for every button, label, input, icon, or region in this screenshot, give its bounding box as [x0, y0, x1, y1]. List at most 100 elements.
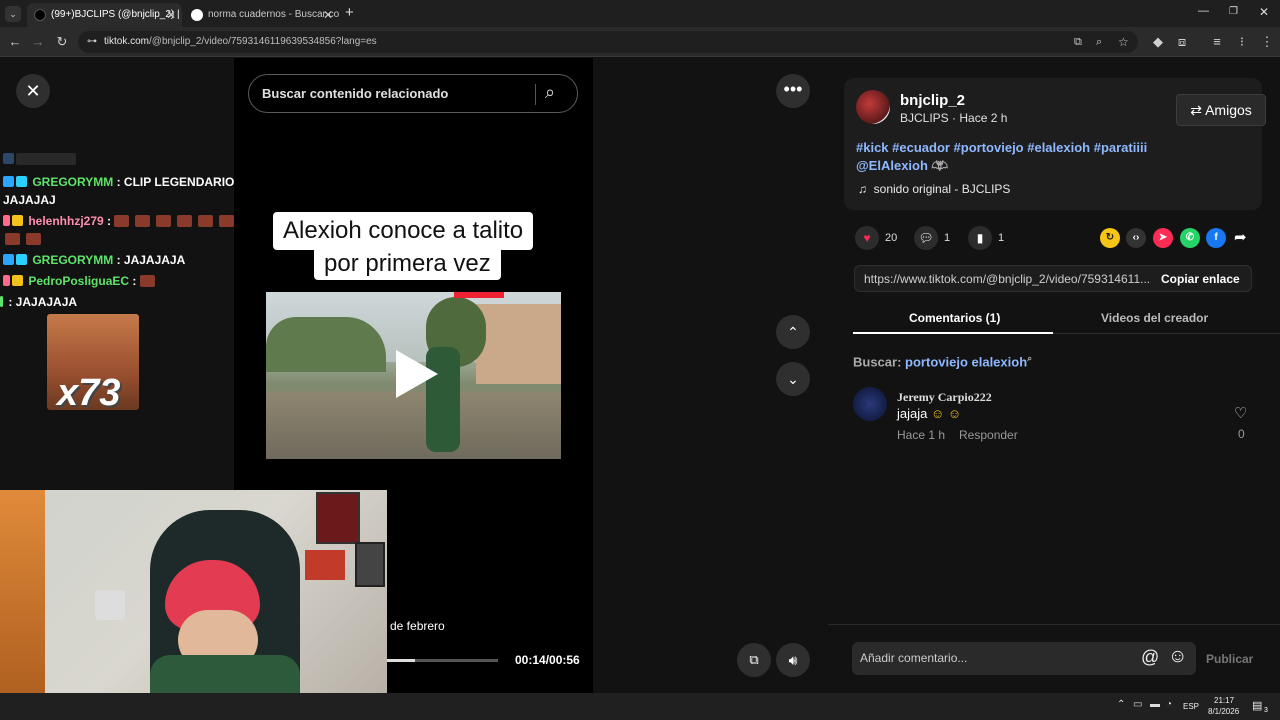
chat-message: : — [132, 274, 137, 288]
chat-username: helenhhzj279 — [28, 214, 104, 228]
next-video-icon[interactable]: ⌄ — [776, 362, 810, 396]
mention[interactable]: @ElAlexioh 🦇︎ — [856, 158, 948, 174]
close-tab-icon[interactable]: ✕ — [166, 3, 176, 27]
network-icon[interactable]: ▭ — [1133, 699, 1142, 710]
chat-username: PedroPosliguaEC — [28, 274, 130, 288]
search-suggestion[interactable]: Buscar: portoviejo elalexioh⌕ — [853, 353, 1032, 369]
chat-username: GREGORYMM — [32, 253, 114, 267]
laughing-emoji-icon: ☺ — [930, 406, 945, 421]
close-tab-icon[interactable]: ✕ — [323, 3, 333, 27]
minimize-button[interactable]: — — [1198, 5, 1209, 17]
language-indicator[interactable]: ESP — [1183, 702, 1199, 711]
sound-name: sonido original - BJCLIPS — [873, 182, 1011, 196]
extensions-puzzle-icon[interactable]: ⧈ — [1172, 32, 1192, 52]
install-app-icon[interactable]: ⧉ — [1074, 31, 1082, 53]
tiktok-page: ✕ Buscar contenido relacionado ⌕ ••• GRE… — [0, 58, 1280, 693]
share-more-icon[interactable]: ➦ — [1234, 228, 1247, 246]
comment-button[interactable]: 💬︎ — [914, 226, 938, 250]
chat-message: : CLIP LEGENDARIO — [116, 175, 235, 189]
restore-button[interactable]: ❐ — [1229, 6, 1238, 17]
reload-icon[interactable]: ↻ — [52, 32, 72, 52]
comment-input[interactable]: Añadir comentario... @ ☺ — [852, 642, 1196, 675]
clock-time[interactable]: 21:17 — [1214, 696, 1234, 705]
emote-count: x73 — [57, 372, 121, 414]
play-icon[interactable] — [396, 350, 438, 398]
send-to-friends-icon[interactable]: ➤ — [1153, 228, 1173, 248]
emoji-picker-icon[interactable]: ☺ — [1168, 646, 1187, 668]
address-bar[interactable]: ⊶ tiktok.com/@bnjclip_2/video/7593146119… — [78, 31, 1138, 53]
comment-input-placeholder: Añadir comentario... — [860, 651, 968, 665]
tab-comments[interactable]: Comentarios (1) — [909, 311, 1000, 325]
volume-icon[interactable]: 🔊︎ — [776, 643, 810, 677]
tab-bing-search[interactable]: norma cuadernos - Buscar con ✕ — [184, 3, 339, 27]
save-button[interactable]: ▮ — [968, 226, 992, 250]
friends-button[interactable]: ⇄ Amigos — [1176, 94, 1266, 126]
tab-creator-videos[interactable]: Videos del creador — [1101, 311, 1208, 325]
friends-label: Amigos — [1205, 102, 1252, 118]
copy-link-button[interactable]: Copiar enlace — [1161, 272, 1240, 286]
media-controls-icon[interactable]: ≡ — [1207, 32, 1227, 52]
verified-badge-icon — [3, 176, 14, 187]
whatsapp-icon[interactable]: ✆ — [1180, 228, 1200, 248]
tab-tiktok[interactable]: (99+)BJCLIPS (@bnjclip_2) | Tik ✕ — [27, 3, 182, 27]
like-button[interactable]: ♥ — [855, 226, 879, 250]
comment-like-icon[interactable]: ♡ — [1234, 404, 1247, 422]
chat-line: GREGORYMM : CLIP LEGENDARIO — [3, 175, 234, 189]
progress-bar-fill — [387, 659, 415, 662]
close-icon[interactable]: ✕ — [16, 74, 50, 108]
big-emote-image: x73 — [47, 314, 139, 414]
tab-search-menu-icon[interactable]: ⌄ — [5, 6, 21, 22]
sound-info[interactable]: ♫ sonido original - BJCLIPS — [858, 182, 1010, 196]
more-options-icon[interactable]: ••• — [776, 74, 810, 108]
facebook-icon[interactable]: f — [1206, 228, 1226, 248]
like-count: 20 — [885, 232, 898, 244]
commenter-avatar[interactable] — [853, 387, 887, 421]
profile-icon[interactable]: ⁝ — [1232, 32, 1252, 52]
video-caption-line2: por primera vez — [314, 247, 501, 280]
back-icon[interactable]: ← — [5, 32, 25, 52]
wifi-icon[interactable]: ◔ — [1166, 699, 1172, 710]
site-info-icon[interactable]: ⊶ — [87, 31, 97, 53]
chat-message: : JAJAJAJA — [116, 253, 186, 267]
music-note-icon: ♫ — [858, 182, 867, 196]
bookmark-star-icon[interactable]: ☆ — [1118, 31, 1129, 53]
avatar[interactable] — [856, 90, 890, 124]
new-tab-button[interactable]: + — [345, 4, 354, 21]
author-handle[interactable]: bnjclip_2 — [900, 92, 965, 109]
chat-line-cont: JAJAJAJ — [3, 193, 56, 207]
hashtags[interactable]: #kick #ecuador #portoviejo #elalexioh #p… — [856, 140, 1147, 155]
search-suggestion-query[interactable]: portoviejo elalexioh — [905, 354, 1027, 369]
windows-taskbar: ⌃ ▭ ▬ ◔ ESP 21:17 8/1/2026 ▤ 3 — [0, 693, 1280, 720]
chrome-menu-icon[interactable]: ⋮ — [1257, 32, 1277, 52]
progress-bar-track[interactable] — [387, 659, 498, 662]
previous-video-icon[interactable]: ⌃ — [776, 315, 810, 349]
reply-button[interactable]: Responder — [959, 428, 1018, 442]
battery-icon[interactable]: ▬ — [1150, 699, 1160, 710]
chat-line: GREGORYMM : JAJAJAJA — [3, 253, 185, 267]
extension-icon[interactable]: ◆ — [1148, 32, 1168, 52]
crown-badge-icon — [12, 275, 23, 286]
forward-icon[interactable]: → — [28, 32, 48, 52]
comment-time: Hace 1 h — [897, 428, 946, 442]
active-tab-indicator — [853, 332, 1053, 334]
embed-icon[interactable]: ‹› — [1126, 228, 1146, 248]
pip-icon[interactable]: ⧉ — [737, 643, 771, 677]
comment-text: jajaja ☺ ☺ — [897, 406, 961, 421]
author-card: bnjclip_2 BJCLIPS · Hace 2 h ⇄ Amigos #k… — [844, 78, 1266, 210]
search-divider — [535, 84, 536, 105]
tray-overflow-icon[interactable]: ⌃ — [1117, 699, 1125, 710]
publish-button[interactable]: Publicar — [1206, 652, 1253, 666]
close-window-button[interactable]: ✕ — [1259, 5, 1269, 19]
mention-text[interactable]: @ElAlexioh — [856, 158, 928, 173]
tiktok-favicon-icon — [34, 9, 46, 21]
repost-icon[interactable]: ↻ — [1100, 228, 1120, 248]
search-icon[interactable]: ⌕ — [545, 82, 555, 103]
chat-message: : JAJAJAJA — [8, 295, 78, 309]
zoom-icon[interactable]: ⌕ — [1096, 31, 1102, 53]
chat-line: PedroPosliguaEC : — [3, 274, 161, 288]
clock-date[interactable]: 8/1/2026 — [1208, 707, 1239, 716]
commenter-name[interactable]: Jeremy Carpio222 — [897, 390, 992, 405]
notifications-icon[interactable]: ▤ — [1252, 699, 1262, 712]
mention-icon[interactable]: @ — [1141, 647, 1159, 668]
related-search-input[interactable]: Buscar contenido relacionado ⌕ — [248, 74, 578, 113]
